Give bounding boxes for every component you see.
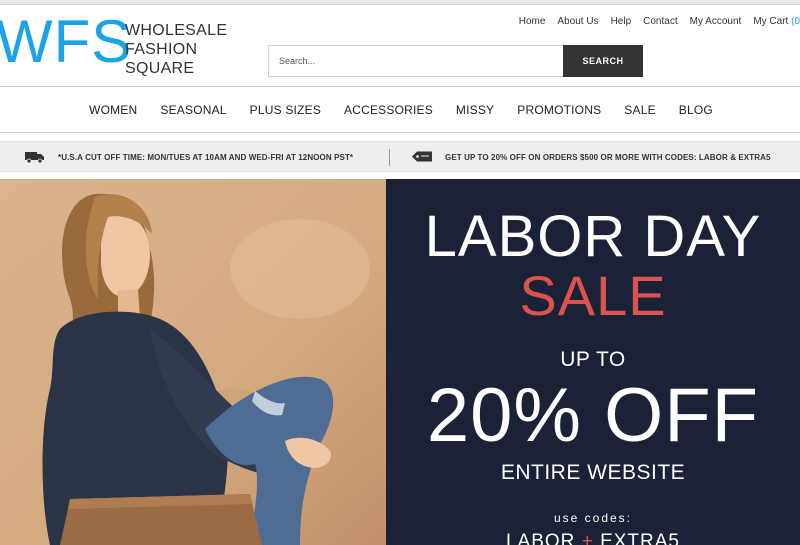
contact-link[interactable]: Contact: [643, 16, 677, 27]
discount-notice[interactable]: GET UP TO 20% OFF ON ORDERS $500 OR MORE…: [412, 142, 771, 173]
my-cart-link[interactable]: My Cart (0: [753, 16, 800, 27]
discount-text: GET UP TO 20% OFF ON ORDERS $500 OR MORE…: [445, 153, 771, 162]
cart-count: (0: [791, 16, 800, 27]
promo-codes: LABOR + EXTRA5: [386, 531, 800, 545]
code-extra5: EXTRA5: [600, 531, 680, 545]
logo-line-2: FASHION: [125, 41, 198, 58]
top-border: [0, 0, 800, 5]
nav-item-seasonal[interactable]: SEASONAL: [160, 103, 226, 117]
use-codes-label: use codes:: [553, 511, 633, 525]
search-button[interactable]: SEARCH: [563, 45, 643, 77]
home-link[interactable]: Home: [519, 16, 546, 27]
main-nav-list: WOMEN SEASONAL PLUS SIZES ACCESSORIES MI…: [0, 87, 800, 132]
nav-item-promotions[interactable]: PROMOTIONS: [517, 103, 601, 117]
nav-item-accessories[interactable]: ACCESSORIES: [344, 103, 433, 117]
logo-mark: WFS: [0, 8, 133, 75]
nav-item-women[interactable]: WOMEN: [89, 103, 137, 117]
code-labor: LABOR: [505, 531, 576, 545]
plus-sign: +: [581, 531, 594, 545]
model-photo: [0, 179, 386, 545]
my-account-link[interactable]: My Account: [690, 16, 742, 27]
promo-bar: *U.S.A CUT OFF TIME: MON/TUES AT 10AM AN…: [0, 141, 800, 172]
logo-line-3: SQUARE: [125, 60, 195, 77]
top-links: Home About Us Help Contact My Account My…: [507, 16, 800, 27]
truck-icon: [25, 151, 45, 165]
discount-amount: 20% OFF: [426, 373, 760, 458]
search-input[interactable]: [268, 45, 563, 77]
sale-panel: LABOR DAY SALE UP TO 20% OFF ENTIRE WEBS…: [386, 179, 800, 545]
price-tag-icon: [412, 151, 432, 164]
my-cart-label: My Cart: [753, 16, 789, 27]
main-nav: WOMEN SEASONAL PLUS SIZES ACCESSORIES MI…: [0, 86, 800, 133]
promo-divider: [389, 149, 390, 166]
sale-word: SALE: [519, 264, 667, 327]
discount-scope: ENTIRE WEBSITE: [500, 461, 686, 484]
shipping-cutoff-text: *U.S.A CUT OFF TIME: MON/TUES AT 10AM AN…: [58, 153, 354, 162]
shipping-cutoff-notice: *U.S.A CUT OFF TIME: MON/TUES AT 10AM AN…: [25, 142, 353, 173]
help-link[interactable]: Help: [611, 16, 632, 27]
sale-title: LABOR DAY: [424, 204, 762, 269]
nav-item-missy[interactable]: MISSY: [456, 103, 494, 117]
hero-banner[interactable]: LABOR DAY SALE UP TO 20% OFF ENTIRE WEBS…: [0, 179, 800, 545]
nav-item-sale[interactable]: SALE: [624, 103, 656, 117]
logo-line-1: WHOLESALE: [125, 22, 228, 39]
about-us-link[interactable]: About Us: [557, 16, 598, 27]
up-to-text: UP TO: [560, 348, 626, 371]
search-form: SEARCH: [268, 45, 643, 77]
nav-item-blog[interactable]: BLOG: [679, 103, 713, 117]
logo-wordmark: WHOLESALE FASHION SQUARE: [125, 21, 227, 78]
nav-item-plus-sizes[interactable]: PLUS SIZES: [250, 103, 321, 117]
